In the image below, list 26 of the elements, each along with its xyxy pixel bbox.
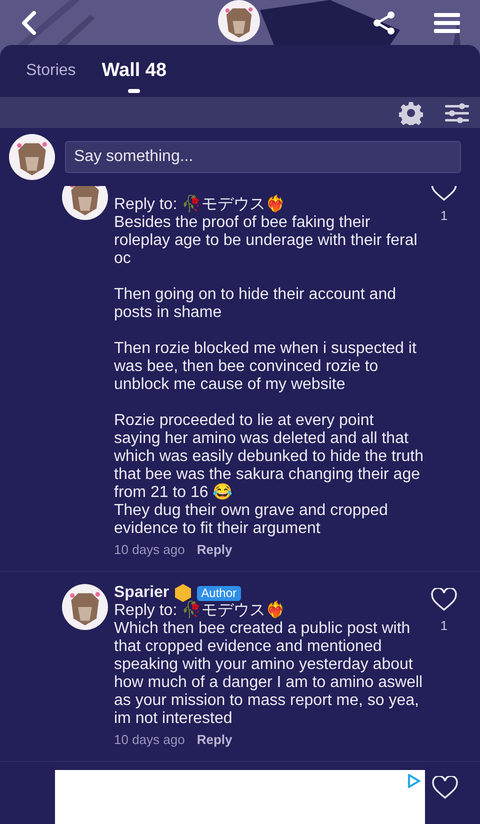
reply-button[interactable]: Reply [196, 731, 232, 749]
comment-text: Besides the proof of bee faking their roleplay age to be underage with their feral oc Then going on to hide their account and posts in shame Then rozie blocked me when i suspected it was bee, then bee convinced rozie to unblock me cause of my website Rozie proceeded to lie at every point saying her amino was deleted and all that which was easily debunked to hide the truth that bee was the sakura changing their age from 21 to 16 😂 They dug their own grave and cropped evidence to fit their argument [114, 214, 424, 538]
user-name[interactable]: Sparier [114, 584, 170, 602]
back-icon[interactable] [20, 10, 38, 34]
author-badge: Author [197, 586, 240, 600]
share-icon[interactable] [372, 10, 396, 34]
avatar [218, 0, 260, 42]
comment-text: Which then bee created a public post with that cropped evidence and mentioned speaking with your amino yesterday about how much of a danger I am to amino aswell as your mission to mass report me, so yea, im not interested [114, 620, 424, 728]
avatar [62, 186, 108, 220]
settings-icon[interactable] [399, 100, 423, 124]
reply-button[interactable]: Reply [196, 541, 232, 559]
menu-icon[interactable] [434, 12, 460, 32]
filter-icon[interactable] [445, 102, 469, 122]
avatar [62, 584, 108, 630]
timestamp: 10 days ago [114, 541, 185, 559]
reply-to-text: Reply to: 🥀モデウス❤‍🔥 [114, 602, 287, 620]
play-icon[interactable] [407, 774, 421, 788]
tab[interactable]: Stories [26, 49, 76, 93]
avatar [9, 134, 55, 180]
level-badge-icon [175, 584, 192, 602]
like-count: 1 [440, 207, 448, 225]
reply-to-text: Reply to: 🥀モデウス❤‍🔥 [114, 196, 287, 214]
comment-input[interactable]: Say something... [65, 141, 461, 173]
timestamp: 10 days ago [114, 731, 185, 749]
tab[interactable]: Wall 48 [102, 49, 167, 93]
like-count: 1 [440, 617, 448, 635]
